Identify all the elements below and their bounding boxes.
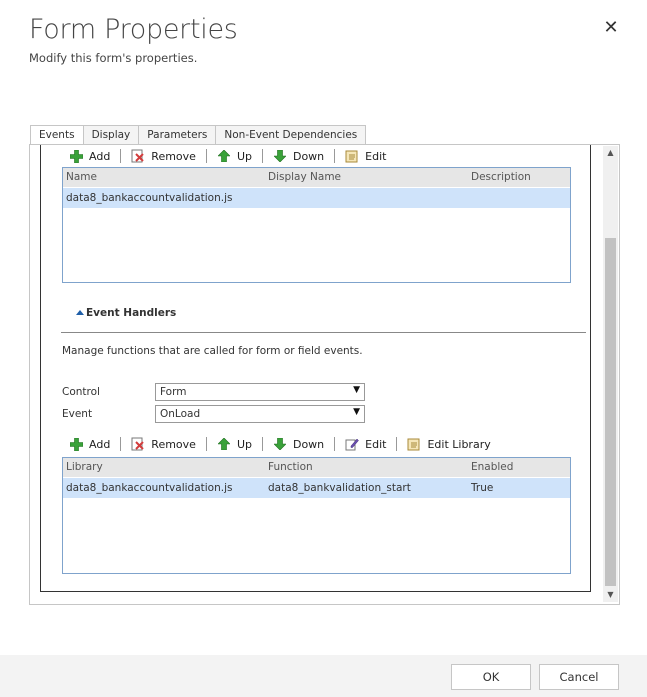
- tab-panel: Add Remove Up Down Edit Name Display Nam…: [29, 144, 620, 605]
- collapse-triangle-icon[interactable]: [76, 310, 84, 315]
- up-label: Up: [236, 437, 252, 451]
- library-remove-button[interactable]: Remove: [125, 146, 202, 166]
- toolbar-separator: [334, 437, 336, 451]
- control-label: Control: [62, 386, 100, 398]
- event-select-value: OnLoad: [160, 408, 201, 420]
- library-toolbar: Add Remove Up Down Edit: [63, 145, 392, 167]
- scroll-up-icon[interactable]: ▲: [603, 146, 618, 160]
- toolbar-separator: [261, 149, 263, 163]
- ok-button[interactable]: OK: [451, 664, 531, 690]
- edit-library-label: Edit Library: [427, 437, 491, 451]
- toolbar-separator: [261, 437, 263, 451]
- toolbar-separator: [120, 149, 122, 163]
- tab-events[interactable]: Events: [30, 125, 84, 145]
- handler-function-cell: data8_bankvalidation_start: [268, 482, 411, 494]
- arrow-down-icon: [273, 437, 287, 451]
- library-down-button[interactable]: Down: [267, 146, 330, 166]
- library-add-button[interactable]: Add: [63, 146, 116, 166]
- remove-icon: [131, 149, 145, 163]
- handler-library-cell: data8_bankaccountvalidation.js: [66, 482, 233, 494]
- arrow-up-icon: [217, 437, 231, 451]
- toolbar-separator: [120, 437, 122, 451]
- library-name-cell: data8_bankaccountvalidation.js: [66, 192, 233, 204]
- handler-remove-button[interactable]: Remove: [125, 434, 202, 454]
- toolbar-separator: [334, 149, 336, 163]
- section-divider: [61, 332, 586, 333]
- column-header-name[interactable]: Name: [66, 171, 97, 183]
- handler-grid-header: Library Function Enabled: [63, 458, 570, 477]
- table-row[interactable]: data8_bankaccountvalidation.js data8_ban…: [63, 478, 570, 498]
- control-select-value: Form: [160, 386, 187, 398]
- pencil-icon: [345, 437, 359, 451]
- plus-icon: [69, 437, 83, 451]
- edit-label: Edit: [365, 437, 387, 451]
- tab-parameters[interactable]: Parameters: [138, 125, 217, 144]
- library-up-button[interactable]: Up: [211, 146, 258, 166]
- down-label: Down: [292, 437, 325, 451]
- handler-add-button[interactable]: Add: [63, 434, 116, 454]
- add-label: Add: [89, 149, 111, 163]
- tab-non-event-dependencies[interactable]: Non-Event Dependencies: [215, 125, 367, 144]
- dialog-subtitle: Modify this form's properties.: [29, 51, 198, 65]
- tab-strip: Events Display Parameters Non-Event Depe…: [30, 125, 367, 145]
- arrow-up-icon: [217, 149, 231, 163]
- event-handlers-description: Manage functions that are called for for…: [62, 345, 363, 357]
- toolbar-separator: [205, 149, 207, 163]
- dropdown-arrow-icon: ▼: [353, 407, 360, 417]
- control-select[interactable]: Form ▼: [155, 383, 365, 401]
- table-row[interactable]: data8_bankaccountvalidation.js: [63, 188, 570, 208]
- column-header-function[interactable]: Function: [268, 461, 313, 473]
- toolbar-separator: [205, 437, 207, 451]
- toolbar-separator: [396, 437, 398, 451]
- column-header-description[interactable]: Description: [471, 171, 531, 183]
- column-header-library[interactable]: Library: [66, 461, 103, 473]
- add-label: Add: [89, 437, 111, 451]
- dialog-title: Form Properties: [29, 14, 238, 45]
- edit-label: Edit: [365, 149, 387, 163]
- library-edit-button[interactable]: Edit: [339, 146, 392, 166]
- remove-label: Remove: [151, 437, 196, 451]
- handler-grid: Library Function Enabled data8_bankaccou…: [62, 457, 571, 574]
- event-handlers-heading: Event Handlers: [86, 307, 177, 319]
- column-header-enabled[interactable]: Enabled: [471, 461, 513, 473]
- close-icon[interactable]: ✕: [601, 18, 621, 38]
- arrow-down-icon: [273, 149, 287, 163]
- handler-edit-button[interactable]: Edit: [339, 434, 392, 454]
- column-header-display-name[interactable]: Display Name: [268, 171, 341, 183]
- handler-up-button[interactable]: Up: [211, 434, 258, 454]
- handler-toolbar: Add Remove Up Down Edit Edit Library: [63, 433, 497, 455]
- remove-label: Remove: [151, 149, 196, 163]
- handler-enabled-cell: True: [471, 482, 494, 494]
- dropdown-arrow-icon: ▼: [353, 385, 360, 395]
- event-select[interactable]: OnLoad ▼: [155, 405, 365, 423]
- scrollbar-thumb[interactable]: [605, 238, 616, 586]
- vertical-scrollbar[interactable]: ▲ ▼: [603, 146, 618, 602]
- edit-icon: [345, 149, 359, 163]
- library-grid: Name Display Name Description data8_bank…: [62, 167, 571, 283]
- scroll-down-icon[interactable]: ▼: [603, 588, 618, 602]
- tab-display[interactable]: Display: [82, 125, 140, 144]
- plus-icon: [69, 149, 83, 163]
- down-label: Down: [292, 149, 325, 163]
- cancel-button[interactable]: Cancel: [539, 664, 619, 690]
- library-grid-header: Name Display Name Description: [63, 168, 570, 187]
- edit-library-button[interactable]: Edit Library: [401, 434, 496, 454]
- handler-down-button[interactable]: Down: [267, 434, 330, 454]
- up-label: Up: [236, 149, 252, 163]
- remove-icon: [131, 437, 145, 451]
- event-label: Event: [62, 408, 93, 420]
- library-icon: [407, 437, 421, 451]
- events-content: Add Remove Up Down Edit Name Display Nam…: [40, 145, 591, 592]
